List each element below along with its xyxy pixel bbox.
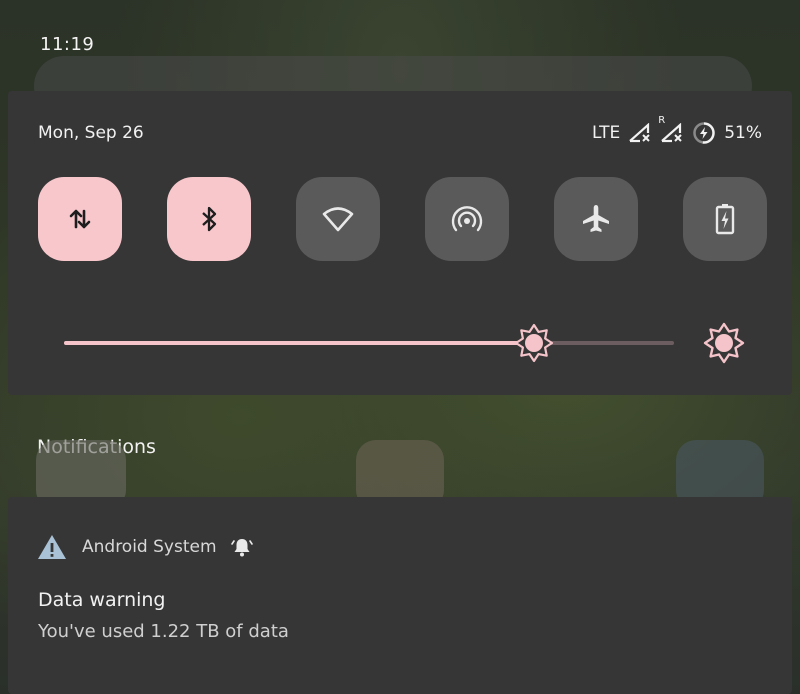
notification-card[interactable]: Android System Data warning You've used … [8, 497, 792, 694]
bell-icon [230, 539, 253, 557]
battery-charging-icon [692, 121, 716, 145]
warning-icon [38, 535, 66, 559]
tile-bluetooth[interactable] [167, 177, 251, 261]
quick-settings-panel: Mon, Sep 26 LTE R 51% [8, 91, 792, 395]
quick-settings-tiles [38, 177, 767, 261]
tile-airplane-mode[interactable] [554, 177, 638, 261]
brightness-thumb-icon[interactable] [514, 323, 554, 363]
airplane-icon [583, 205, 609, 232]
roaming-signal-icon: R [658, 115, 684, 143]
notification-app-name: Android System [82, 537, 217, 557]
signal-icon [628, 123, 652, 143]
date-label[interactable]: Mon, Sep 26 [38, 123, 144, 143]
tile-battery-saver[interactable] [683, 177, 767, 261]
tile-wifi[interactable] [296, 177, 380, 261]
brightness-slider[interactable] [64, 323, 674, 363]
tile-hotspot[interactable] [425, 177, 509, 261]
mobile-data-icon [69, 209, 91, 229]
hotspot-icon [451, 206, 483, 232]
wifi-icon [322, 207, 354, 232]
battery-percent: 51% [724, 123, 762, 143]
status-time: 11:19 [40, 34, 95, 55]
battery-saver-icon [715, 204, 735, 235]
roaming-indicator: R [658, 115, 666, 126]
brightness-fill [64, 341, 534, 345]
auto-brightness-icon[interactable] [702, 321, 746, 365]
network-type-label: LTE [591, 123, 621, 143]
notification-text: You've used 1.22 TB of data [38, 621, 289, 642]
bluetooth-icon [202, 206, 217, 232]
tile-mobile-data[interactable] [38, 177, 122, 261]
notification-title: Data warning [38, 589, 166, 611]
notification-app-row: Android System [36, 533, 253, 561]
status-icons: LTE R 51% [591, 115, 762, 145]
